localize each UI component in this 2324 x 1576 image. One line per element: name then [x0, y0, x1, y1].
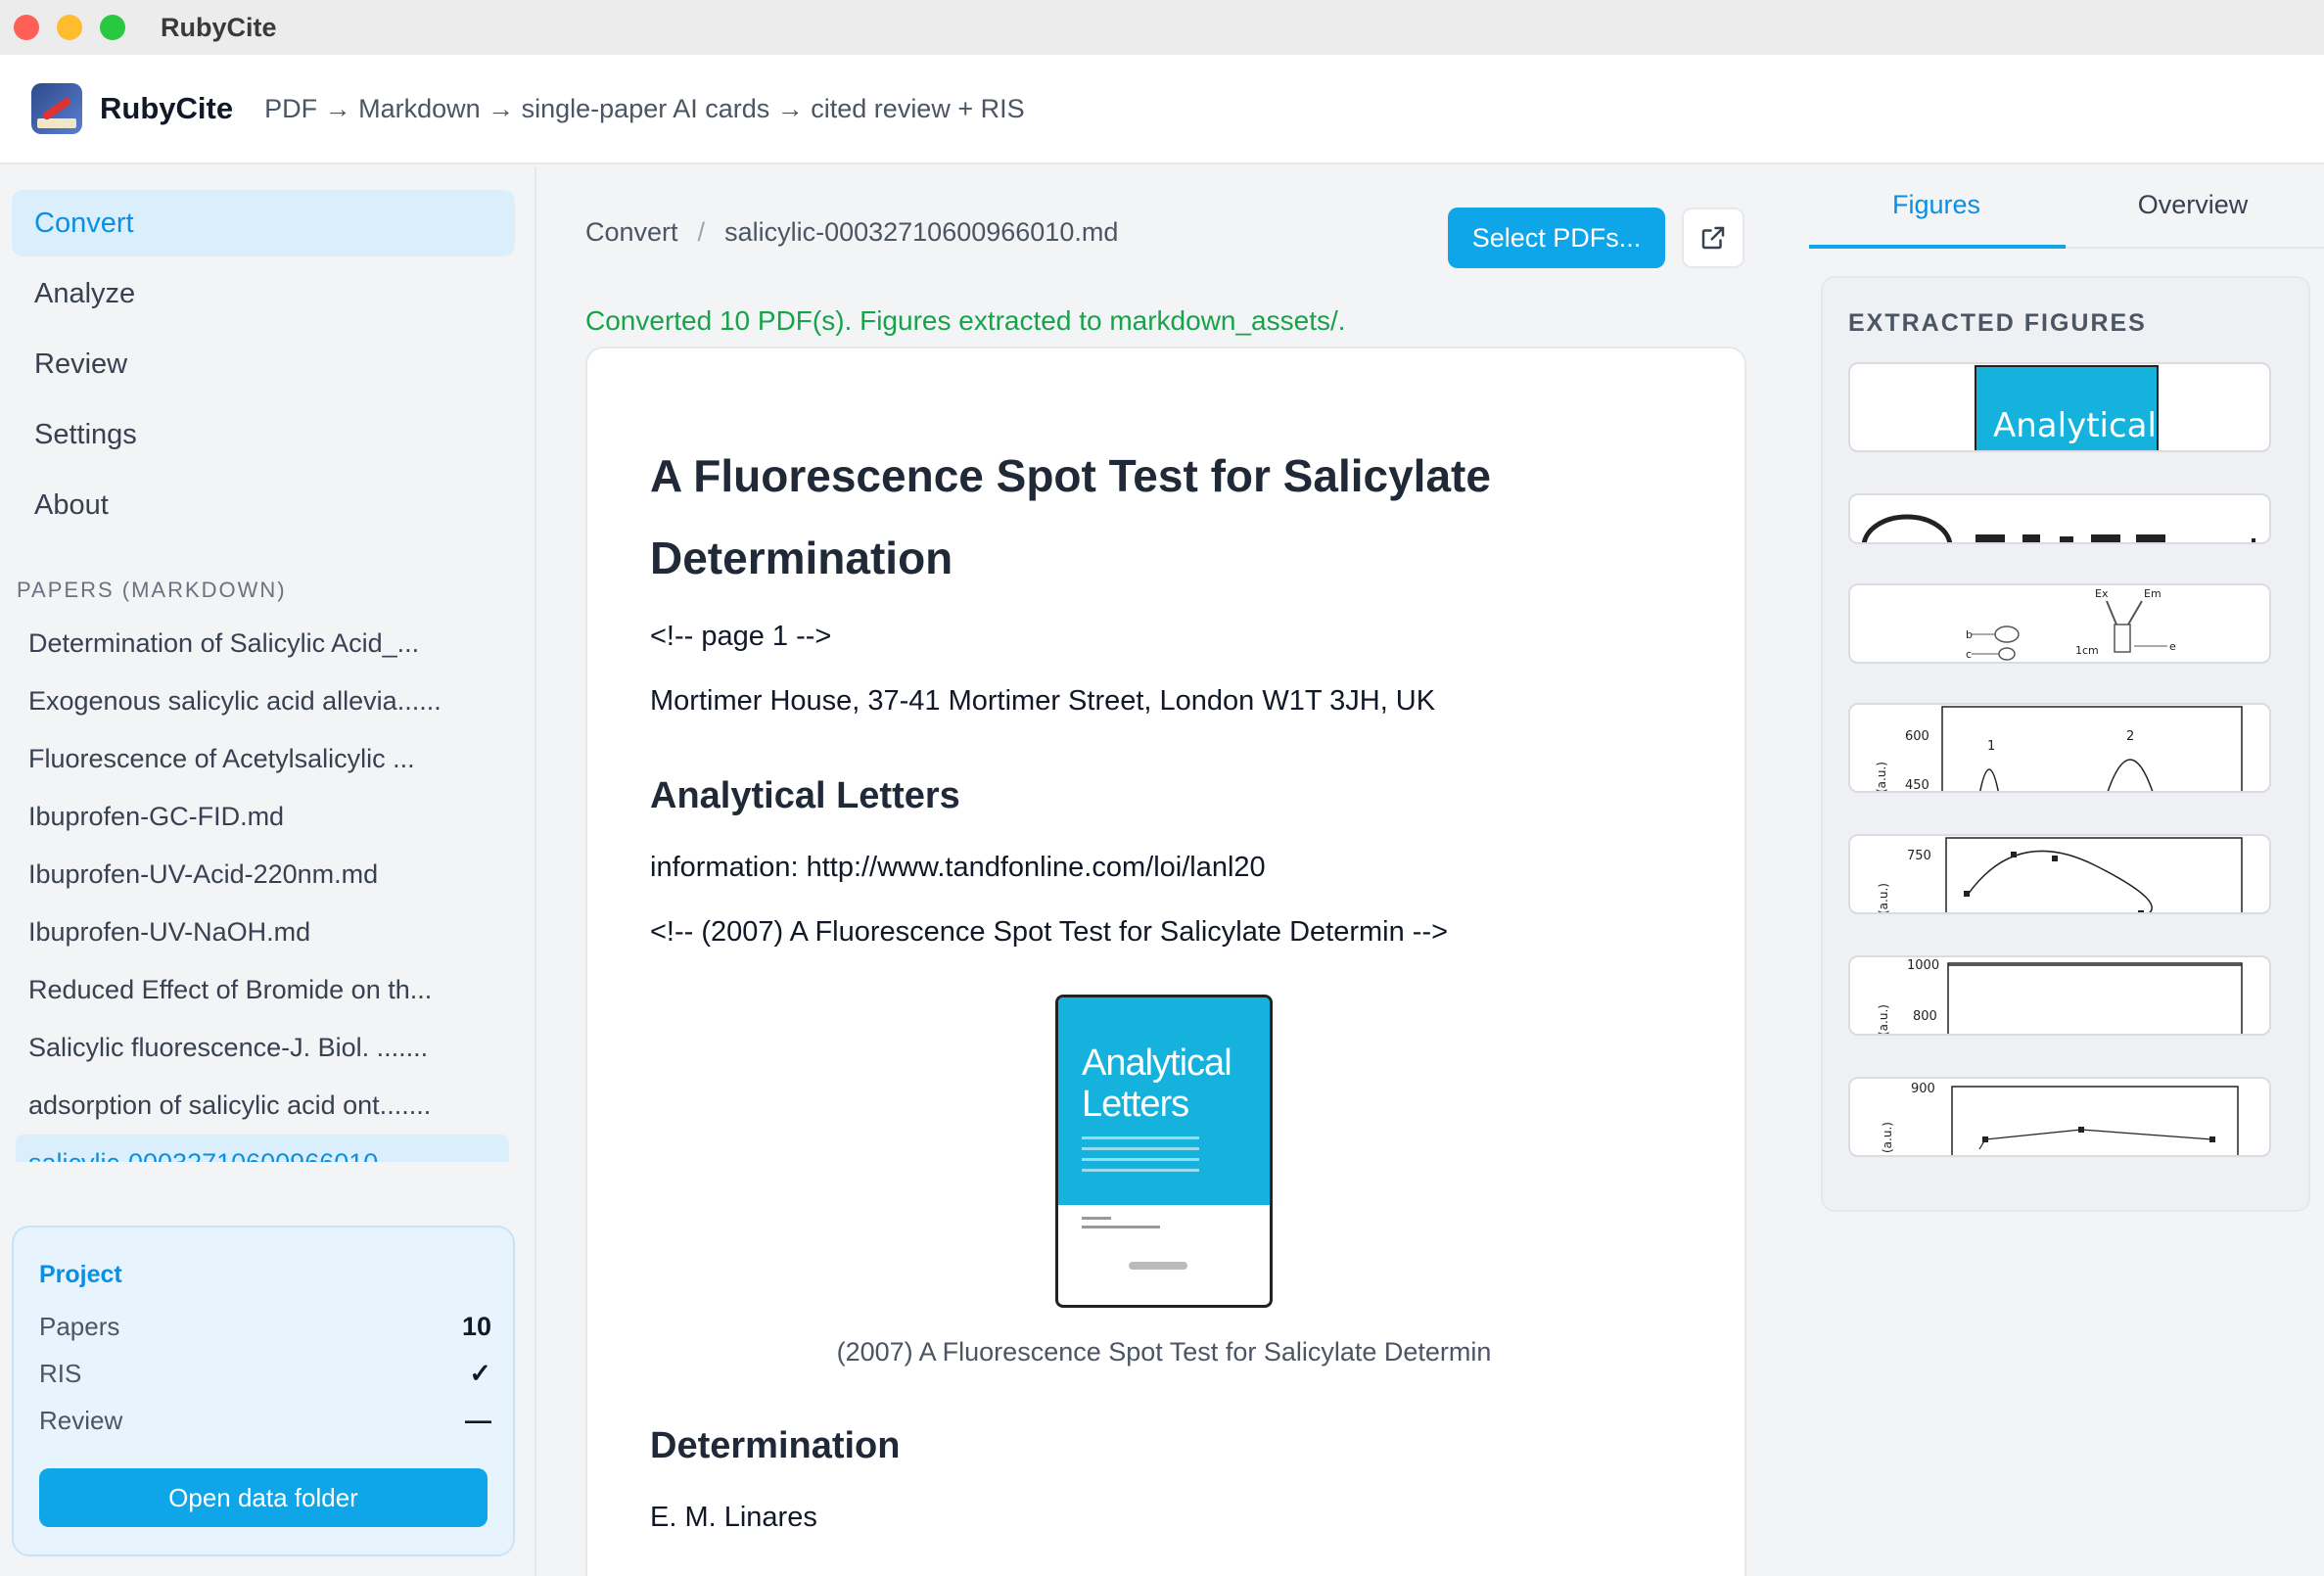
nav-item-settings[interactable]: Settings	[12, 401, 515, 468]
thumb-label: 1cm	[2075, 644, 2099, 657]
doc-author: E. M. Linares	[650, 1502, 817, 1533]
window-titlebar: RubyCite	[0, 0, 2324, 55]
cover-title-line-1: Analytical	[1082, 1043, 1232, 1084]
doc-heading-journal: Analytical Letters	[650, 775, 960, 816]
doc-page-comment: <!-- page 1 -->	[650, 621, 832, 652]
nav-item-review[interactable]: Review	[12, 331, 515, 397]
paper-list-item[interactable]: Ibuprofen-UV-Acid-220nm.md	[16, 846, 509, 904]
breadcrumb-file: salicylic-00032710600966010.md	[724, 217, 1119, 247]
project-card: Project Papers 10 RIS ✓ Review — Open da…	[12, 1226, 515, 1556]
thumb-tick: 1000	[1907, 958, 1939, 973]
thumb-label: c	[1966, 648, 1972, 661]
thumb-tick: 450	[1905, 778, 1929, 793]
thumb-label: Ex	[2095, 587, 2109, 600]
figure-thumbnail[interactable]: Analytical	[1848, 362, 2271, 452]
thumb-label: e	[2169, 640, 2176, 653]
select-pdfs-button[interactable]: Select PDFs...	[1448, 208, 1665, 268]
right-panel-tabs: Figures Overview	[1809, 166, 2324, 249]
paper-list-item[interactable]: Ibuprofen-GC-FID.md	[16, 788, 509, 846]
journal-cover-image: Analytical Letters	[1055, 995, 1273, 1308]
project-row-label: Review	[39, 1406, 123, 1435]
doc-address: Mortimer House, 37-41 Mortimer Street, L…	[650, 685, 1436, 717]
figure-thumbnail[interactable]: 900 (a.u.)	[1848, 1077, 2271, 1157]
tab-figures[interactable]: Figures	[1809, 190, 2064, 220]
app-header: RubyCite PDF → Markdown → single-paper A…	[0, 55, 2324, 164]
thumb-label: b	[1966, 628, 1973, 641]
doc-title: A Fluorescence Spot Test for Salicylate …	[650, 450, 1491, 583]
doc-heading-determination: Determination	[650, 1425, 901, 1466]
breadcrumb-root[interactable]: Convert	[585, 217, 678, 248]
thumb-axis-label: (a.u.)	[1877, 1004, 1890, 1036]
project-row-label: Papers	[39, 1312, 120, 1341]
checkmark-icon: ✓	[469, 1359, 491, 1388]
thumb-tick: 750	[1907, 849, 1931, 863]
project-row-review: Review —	[39, 1406, 491, 1436]
zoom-window-button[interactable]	[100, 15, 125, 40]
app-logo-icon	[31, 83, 82, 134]
figure-thumbnail[interactable]: 750 (a.u.)	[1848, 834, 2271, 914]
thumb-cover-text: Analytical	[1993, 406, 2157, 445]
nav-item-about[interactable]: About	[12, 472, 515, 538]
project-title: Project	[39, 1261, 122, 1288]
breadcrumb-separator: /	[697, 217, 706, 247]
project-row-ris: RIS ✓	[39, 1359, 491, 1389]
main-content: Convert / salicylic-00032710600966010.md…	[538, 166, 1793, 1576]
figure-thumbnail[interactable]	[1848, 493, 2271, 544]
sidebar: Convert Analyze Review Settings About PA…	[0, 166, 536, 1576]
thumb-label: Em	[2144, 587, 2161, 600]
paper-list-item-selected[interactable]: salicylic-00032710600966010...	[16, 1135, 509, 1162]
papers-section-label: PAPERS (MARKDOWN)	[17, 578, 287, 602]
paper-list-item[interactable]: Ibuprofen-UV-NaOH.md	[16, 904, 509, 961]
external-link-icon	[1701, 226, 1725, 250]
thumb-tick: 600	[1905, 729, 1929, 744]
figure-thumbnail[interactable]: Ex Em b c 1cm e	[1848, 583, 2271, 664]
app-tagline: PDF → Markdown → single-paper AI cards →…	[264, 93, 1025, 123]
paper-list-item[interactable]: Fluorescence of Acetylsalicylic ...	[16, 730, 509, 788]
doc-cite-comment: <!-- (2007) A Fluorescence Spot Test for…	[650, 916, 1449, 948]
open-external-button[interactable]	[1682, 208, 1744, 268]
thumb-axis-label: (a.u.)	[1881, 1122, 1894, 1153]
figure-thumbnail[interactable]: 600 450 (a.u.) 1 2	[1848, 703, 2271, 793]
window-title: RubyCite	[161, 12, 277, 42]
paper-list-item[interactable]: Exogenous salicylic acid allevia......	[16, 672, 509, 730]
thumb-axis-label: (a.u.)	[1875, 762, 1888, 793]
project-row-label: RIS	[39, 1359, 82, 1388]
figure-thumbnail[interactable]: 1000 800 (a.u.)	[1848, 955, 2271, 1036]
right-panel: Figures Overview EXTRACTED FIGURES Analy…	[1795, 166, 2324, 1576]
markdown-preview[interactable]: A Fluorescence Spot Test for Salicylate …	[585, 347, 1746, 1576]
nav-item-analyze[interactable]: Analyze	[12, 260, 515, 327]
project-row-papers: Papers 10	[39, 1312, 491, 1342]
thumb-peak-label: 2	[2126, 729, 2134, 744]
thumb-peak-label: 1	[1987, 739, 1995, 754]
dash-icon: —	[465, 1406, 491, 1435]
nav-item-convert[interactable]: Convert	[12, 190, 515, 256]
doc-info-link: information: http://www.tandfonline.com/…	[650, 852, 1266, 883]
thumb-tick: 800	[1913, 1009, 1937, 1024]
minimize-window-button[interactable]	[57, 15, 82, 40]
paper-list-item[interactable]: Reduced Effect of Bromide on th...	[16, 961, 509, 1019]
tab-overview[interactable]: Overview	[2066, 190, 2320, 220]
thumb-tick: 900	[1911, 1082, 1935, 1096]
extracted-figures-label: EXTRACTED FIGURES	[1848, 309, 2147, 337]
paper-list-item[interactable]: adsorption of salicylic acid ont.......	[16, 1077, 509, 1135]
breadcrumb: Convert / salicylic-00032710600966010.md	[585, 217, 1118, 248]
cover-title-line-2: Letters	[1082, 1084, 1189, 1125]
active-tab-indicator	[1809, 245, 2066, 249]
close-window-button[interactable]	[14, 15, 39, 40]
window-controls	[14, 15, 125, 40]
conversion-status: Converted 10 PDF(s). Figures extracted t…	[585, 305, 1346, 336]
paper-list-item[interactable]: Salicylic fluorescence-J. Biol. .......	[16, 1019, 509, 1077]
figure-caption: (2007) A Fluorescence Spot Test for Sali…	[836, 1337, 1492, 1367]
app-name: RubyCite	[100, 91, 234, 125]
thumb-axis-label: (a.u.)	[1877, 883, 1890, 914]
open-data-folder-button[interactable]: Open data folder	[39, 1468, 488, 1527]
paper-list-item[interactable]: Determination of Salicylic Acid_...	[16, 615, 509, 672]
project-row-value: 10	[461, 1312, 491, 1341]
